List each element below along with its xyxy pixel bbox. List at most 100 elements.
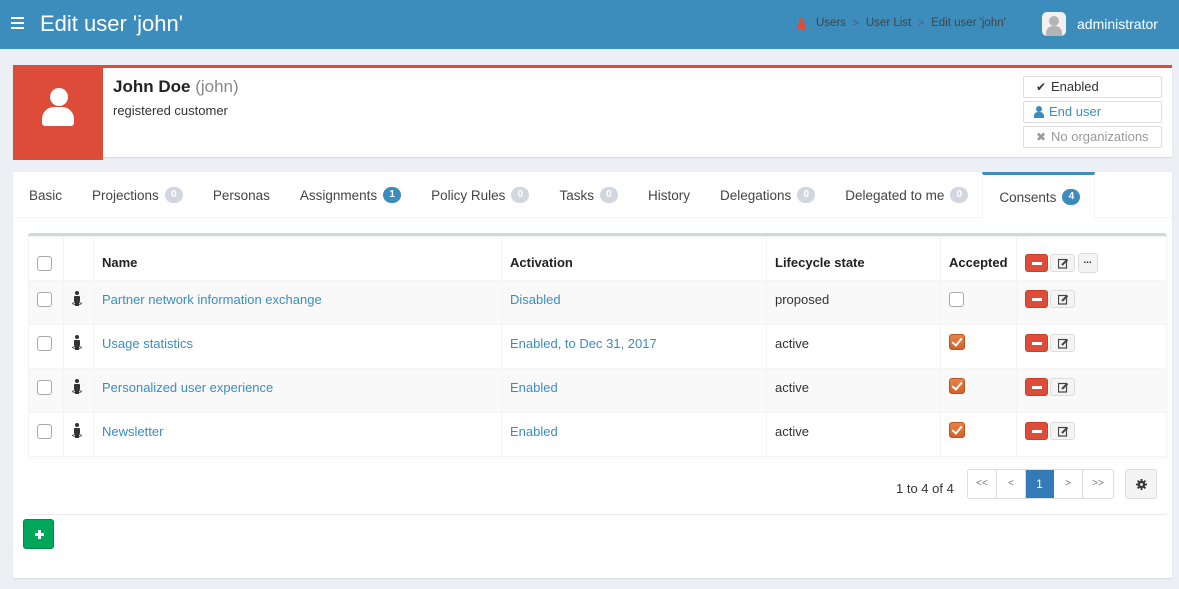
row-select-cell <box>28 368 64 413</box>
table-row: Partner network information exchange Dis… <box>28 280 1168 325</box>
consent-role-icon <box>72 378 82 393</box>
tag-label: No organizations <box>1051 129 1149 144</box>
activation-link[interactable]: Enabled <box>510 380 558 395</box>
consent-name-link[interactable]: Personalized user experience <box>102 380 273 395</box>
activation-cell: Enabled <box>501 412 767 457</box>
accepted-checkbox[interactable] <box>949 421 965 438</box>
tab-tasks[interactable]: Tasks 0 <box>543 172 632 218</box>
edit-button[interactable] <box>1049 334 1075 352</box>
pagination: << < 1 > >> <box>967 469 1114 499</box>
edit-button[interactable] <box>1049 378 1075 396</box>
consent-name-link[interactable]: Partner network information exchange <box>102 292 322 307</box>
tab-label: Consents <box>999 189 1057 205</box>
delete-button[interactable] <box>1024 290 1048 308</box>
consents-table-box: Name Activation Lifecycle state Accepted… <box>28 233 1168 514</box>
accepted-checkbox[interactable] <box>949 292 964 308</box>
status-tags: ✔ Enabled End user ✖ No organizations <box>1023 76 1162 151</box>
avatar <box>1042 12 1066 36</box>
user-menu[interactable]: administrator <box>1042 12 1158 36</box>
delete-all-button[interactable] <box>1024 253 1048 272</box>
consents-table: Name Activation Lifecycle state Accepted… <box>28 236 1168 457</box>
consent-name-link[interactable]: Newsletter <box>102 424 163 439</box>
select-all-checkbox[interactable] <box>37 255 52 271</box>
row-checkbox[interactable] <box>37 424 52 440</box>
tab-history[interactable]: History <box>632 172 704 218</box>
page-prev-button[interactable]: < <box>997 470 1026 498</box>
column-header-activation[interactable]: Activation <box>501 236 767 281</box>
row-icon-cell <box>63 412 94 457</box>
count-badge: 0 <box>797 187 816 203</box>
icon-column-header <box>63 236 94 281</box>
tab-assignments[interactable]: Assignments 1 <box>284 172 415 218</box>
tab-policy-rules[interactable]: Policy Rules 0 <box>415 172 543 218</box>
edit-button[interactable] <box>1049 422 1075 440</box>
consent-role-icon <box>72 290 82 305</box>
table-row: Newsletter Enabled active <box>28 412 1168 457</box>
activation-link[interactable]: Enabled <box>510 424 558 439</box>
lifecycle-cell: active <box>766 324 941 369</box>
consent-role-icon <box>72 334 82 349</box>
row-actions-cell <box>1015 324 1168 369</box>
activation-link[interactable]: Disabled <box>510 292 561 307</box>
breadcrumb-user-list[interactable]: User List <box>866 17 911 29</box>
accepted-checkbox[interactable] <box>949 333 965 350</box>
column-header-lifecycle[interactable]: Lifecycle state <box>766 236 941 281</box>
delete-button[interactable] <box>1024 334 1048 352</box>
accepted-cell <box>940 412 1017 457</box>
breadcrumb-users[interactable]: Users <box>816 17 846 29</box>
page-first-button[interactable]: << <box>968 470 997 498</box>
tab-label: Delegated to me <box>845 187 945 203</box>
times-icon: ✖ <box>1035 130 1047 144</box>
lifecycle-cell: proposed <box>766 280 941 325</box>
tab-label: Delegations <box>719 187 792 203</box>
breadcrumb: Users > User List > Edit user 'john' <box>797 17 1006 29</box>
check-icon: ✔ <box>1035 80 1047 94</box>
add-consent-button[interactable] <box>23 519 54 549</box>
tab-basic[interactable]: Basic <box>13 172 76 218</box>
edit-button[interactable] <box>1049 290 1075 308</box>
activation-cell: Enabled <box>501 368 767 413</box>
delete-button[interactable] <box>1024 422 1048 440</box>
menu-toggle-icon[interactable] <box>11 17 24 29</box>
tab-personas[interactable]: Personas <box>197 172 284 218</box>
paging-info: 1 to 4 of 4 <box>896 481 954 496</box>
more-actions-button[interactable]: ... <box>1077 252 1098 273</box>
column-header-accepted[interactable]: Accepted <box>940 236 1017 281</box>
tab-projections[interactable]: Projections 0 <box>76 172 197 218</box>
tab-delegated-to-me[interactable]: Delegated to me 0 <box>829 172 982 218</box>
page-next-button[interactable]: > <box>1054 470 1083 498</box>
table-row: Personalized user experience Enabled act… <box>28 368 1168 413</box>
edit-all-button[interactable] <box>1049 253 1075 272</box>
page-current-button[interactable]: 1 <box>1026 470 1054 498</box>
accepted-checkbox[interactable] <box>949 377 965 394</box>
tag-enabled: ✔ Enabled <box>1023 76 1162 98</box>
row-checkbox[interactable] <box>37 336 52 352</box>
row-icon-cell <box>63 324 94 369</box>
tab-delegations[interactable]: Delegations 0 <box>704 172 829 218</box>
consent-name-link[interactable]: Usage statistics <box>102 336 193 351</box>
consent-name-cell: Newsletter <box>93 412 502 457</box>
count-badge: 0 <box>599 187 618 203</box>
row-checkbox[interactable] <box>37 292 52 308</box>
row-actions-cell <box>1015 280 1168 325</box>
activation-link[interactable]: Enabled, to Dec 31, 2017 <box>510 336 657 351</box>
users-icon <box>797 17 806 29</box>
count-badge: 0 <box>511 187 530 203</box>
tab-consents[interactable]: Consents 4 <box>982 172 1096 219</box>
row-icon-cell <box>63 280 94 325</box>
table-settings-button[interactable] <box>1125 469 1157 499</box>
column-header-name[interactable]: Name <box>93 236 502 281</box>
delete-button[interactable] <box>1024 378 1048 396</box>
user-icon <box>1034 106 1044 118</box>
tab-label: Tasks <box>559 187 594 203</box>
table-row: Usage statistics Enabled, to Dec 31, 201… <box>28 324 1168 369</box>
consent-name-cell: Usage statistics <box>93 324 502 369</box>
tab-label: Policy Rules <box>431 187 506 203</box>
consent-name-cell: Personalized user experience <box>93 368 502 413</box>
row-actions-cell <box>1015 368 1168 413</box>
activation-cell: Disabled <box>501 280 767 325</box>
row-checkbox[interactable] <box>37 380 52 396</box>
breadcrumb-edit-user: Edit user 'john' <box>931 17 1006 29</box>
count-badge: 0 <box>164 187 183 203</box>
page-last-button[interactable]: >> <box>1083 470 1113 498</box>
